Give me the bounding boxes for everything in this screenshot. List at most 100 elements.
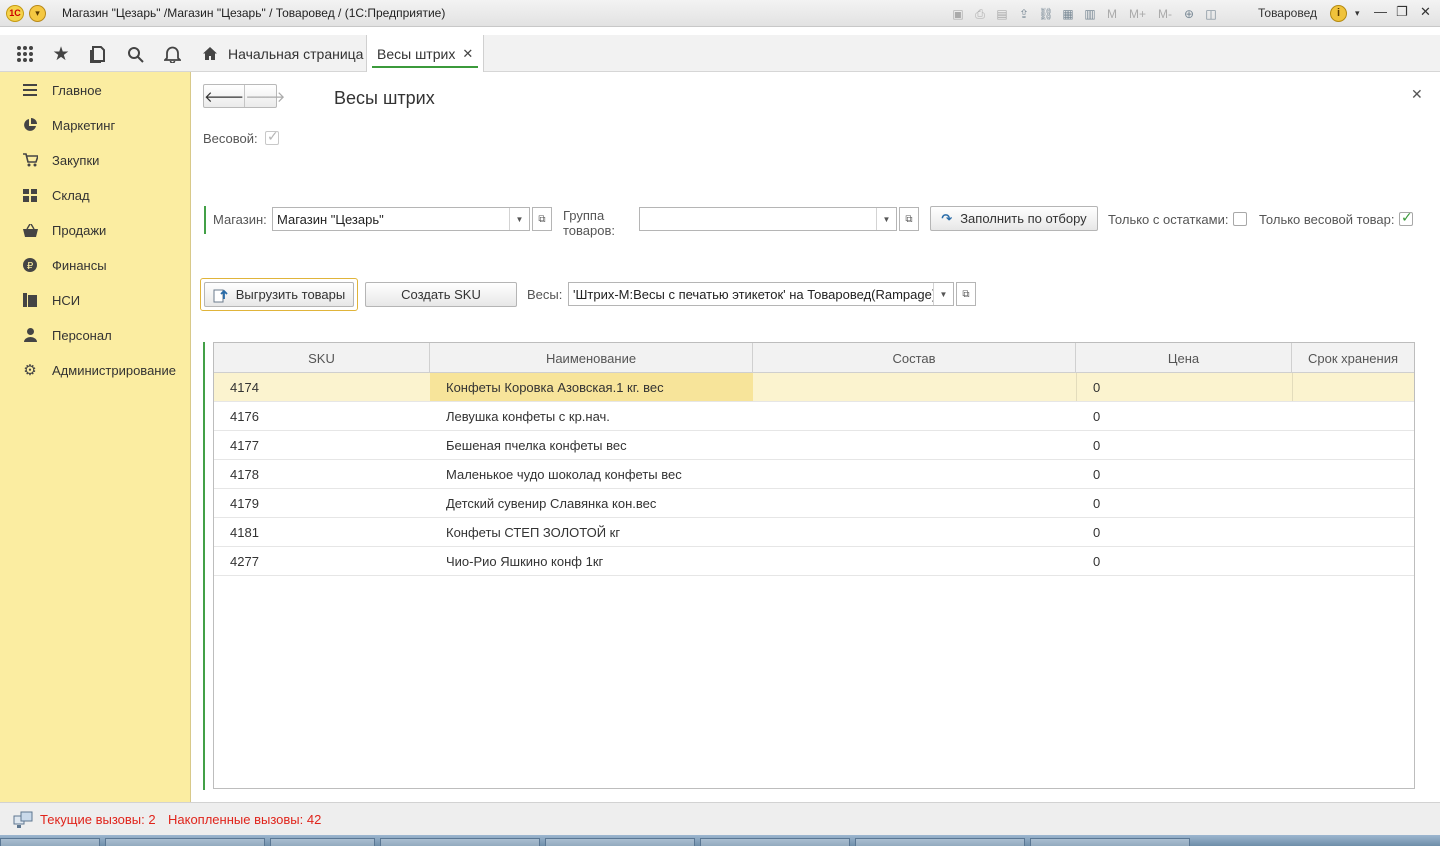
- zoom-icon[interactable]: ⊕: [1181, 6, 1197, 22]
- create-sku-button[interactable]: Создать SKU: [365, 282, 517, 307]
- sidebar-item-warehouse[interactable]: Склад: [22, 185, 90, 205]
- column-header-price[interactable]: Цена: [1076, 343, 1292, 373]
- taskbar-button[interactable]: [0, 838, 100, 846]
- chevron-down-icon[interactable]: ▼: [509, 208, 529, 230]
- chevron-down-icon[interactable]: ▼: [933, 283, 953, 305]
- only-stock-checkbox[interactable]: [1233, 212, 1247, 226]
- table-row[interactable]: 4174 Конфеты Коровка Азовская.1 кг. вес …: [214, 373, 1414, 402]
- column-header-name[interactable]: Наименование: [430, 343, 753, 373]
- restore-icon[interactable]: ❐: [1396, 4, 1408, 20]
- only-weight-checkbox[interactable]: [1399, 209, 1413, 226]
- taskbar-button[interactable]: [105, 838, 265, 846]
- all-functions-button[interactable]: [14, 43, 36, 65]
- goods-table[interactable]: SKU Наименование Состав Цена Срок хранен…: [213, 342, 1415, 789]
- only-weight-label: Только весовой товар:: [1259, 212, 1395, 227]
- main-menu-button[interactable]: ▾: [29, 5, 46, 22]
- sidebar-item-personnel[interactable]: Персонал: [22, 325, 112, 345]
- tab-home[interactable]: Начальная страница: [192, 35, 373, 72]
- memory-mminus-button[interactable]: M-: [1158, 7, 1172, 21]
- taskbar-button[interactable]: [700, 838, 850, 846]
- only-stock-label: Только с остатками:: [1108, 212, 1229, 227]
- upload-icon[interactable]: ⇪: [1016, 6, 1032, 22]
- current-user[interactable]: Товаровед: [1258, 6, 1317, 20]
- cell-name[interactable]: Конфеты Коровка Азовская.1 кг. вес: [430, 373, 753, 401]
- print-icon[interactable]: ⎙: [972, 6, 988, 22]
- sidebar-item-purchases[interactable]: Закупки: [22, 150, 99, 170]
- taskbar-button[interactable]: [380, 838, 540, 846]
- history-button[interactable]: [87, 43, 109, 65]
- favorites-button[interactable]: ★: [50, 43, 72, 65]
- server-calls-icon[interactable]: [13, 811, 33, 829]
- sidebar-item-label: Персонал: [52, 327, 112, 343]
- panels-icon[interactable]: ◫: [1203, 6, 1219, 22]
- preview-icon[interactable]: ▤: [994, 6, 1010, 22]
- tab-close-icon[interactable]: ✕: [462, 46, 473, 62]
- cell-price: 0: [1093, 437, 1101, 453]
- cell-sostav: [769, 489, 1069, 517]
- os-taskbar: [0, 835, 1440, 846]
- upload-goods-button[interactable]: Выгрузить товары: [204, 282, 354, 307]
- cell-srok: [1308, 460, 1408, 488]
- sidebar-item-main[interactable]: Главное: [22, 80, 102, 100]
- sidebar-item-marketing[interactable]: Маркетинг: [22, 115, 115, 135]
- titlebar-tools: ▣ ⎙ ▤ ⇪ ⛓ ▦ ▥ M M+ M- ⊕ ◫: [950, 5, 1219, 23]
- magazin-value: Магазин "Цезарь": [277, 211, 384, 227]
- info-dropdown-icon[interactable]: ▾: [1355, 8, 1360, 19]
- basket-icon: [22, 222, 38, 238]
- chevron-down-icon[interactable]: ▼: [876, 208, 896, 230]
- column-header-sku[interactable]: SKU: [214, 343, 430, 373]
- memory-m-button[interactable]: M: [1107, 7, 1117, 21]
- column-header-sostav[interactable]: Состав: [753, 343, 1076, 373]
- save-icon[interactable]: ▣: [950, 6, 966, 22]
- cell-sku: 4277: [230, 553, 259, 569]
- column-header-srok[interactable]: Срок хранения: [1292, 343, 1414, 373]
- sidebar-item-label: Продажи: [52, 222, 107, 238]
- taskbar-button[interactable]: [270, 838, 375, 846]
- cell-sostav: [769, 460, 1069, 488]
- open-icon[interactable]: ⧉: [956, 282, 976, 306]
- taskbar-button[interactable]: [1030, 838, 1190, 846]
- memory-mplus-button[interactable]: M+: [1129, 7, 1146, 21]
- calendar-icon[interactable]: ▥: [1082, 6, 1098, 22]
- table-row[interactable]: 4177 Бешеная пчелка конфеты вес 0: [214, 431, 1414, 460]
- sidebar-item-administration[interactable]: ⚙ Администрирование: [22, 360, 176, 380]
- gruppa-field[interactable]: ▼: [639, 207, 897, 231]
- sidebar-item-label: НСИ: [52, 292, 81, 308]
- table-group-marker: [203, 342, 205, 790]
- sidebar-item-nsi[interactable]: НСИ: [22, 290, 80, 310]
- table-row[interactable]: 4181 Конфеты СТЕП ЗОЛОТОЙ кг 0: [214, 518, 1414, 547]
- link-icon[interactable]: ⛓: [1038, 6, 1054, 22]
- search-button[interactable]: [124, 43, 146, 65]
- cell-srok: [1308, 402, 1408, 430]
- cell-price: 0: [1093, 524, 1101, 540]
- bell-icon: [163, 46, 181, 63]
- close-window-icon[interactable]: ✕: [1420, 4, 1431, 20]
- back-arrow-icon[interactable]: 🡐: [204, 85, 246, 107]
- info-icon[interactable]: i: [1330, 5, 1347, 22]
- table-row[interactable]: 4277 Чио-Рио Яшкино конф 1кг 0: [214, 547, 1414, 576]
- taskbar-button[interactable]: [855, 838, 1025, 846]
- fill-by-filter-button[interactable]: ↷ Заполнить по отбору: [930, 206, 1098, 231]
- table-row[interactable]: 4176 Левушка конфеты с кр.нач. 0: [214, 402, 1414, 431]
- open-icon[interactable]: ⧉: [899, 207, 919, 231]
- sidebar-item-finance[interactable]: ₽ Финансы: [22, 255, 107, 275]
- close-form-icon[interactable]: ✕: [1411, 86, 1423, 103]
- calculator-icon[interactable]: ▦: [1060, 6, 1076, 22]
- forward-arrow-icon[interactable]: 🡒: [245, 85, 285, 107]
- sidebar-item-sales[interactable]: Продажи: [22, 220, 106, 240]
- create-sku-label: Создать SKU: [401, 287, 481, 302]
- cart-icon: [22, 152, 38, 168]
- open-icon[interactable]: ⧉: [532, 207, 552, 231]
- magazin-field[interactable]: Магазин "Цезарь" ▼: [272, 207, 530, 231]
- notifications-button[interactable]: [161, 43, 183, 65]
- scales-field[interactable]: 'Штрих-М:Весы с печатью этикеток' на Тов…: [568, 282, 954, 306]
- cell-srok: [1308, 373, 1408, 401]
- table-row[interactable]: 4179 Детский сувенир Славянка кон.вес 0: [214, 489, 1414, 518]
- upload-goods-icon: [213, 289, 228, 302]
- gruppa-label: Группа товаров:: [563, 208, 615, 238]
- table-row[interactable]: 4178 Маленькое чудо шоколад конфеты вес …: [214, 460, 1414, 489]
- minimize-icon[interactable]: —: [1374, 4, 1387, 19]
- tab-vesy-shtrih[interactable]: Весы штрих ✕: [366, 35, 485, 72]
- taskbar-button[interactable]: [545, 838, 695, 846]
- table-header: SKU Наименование Состав Цена Срок хранен…: [214, 343, 1414, 373]
